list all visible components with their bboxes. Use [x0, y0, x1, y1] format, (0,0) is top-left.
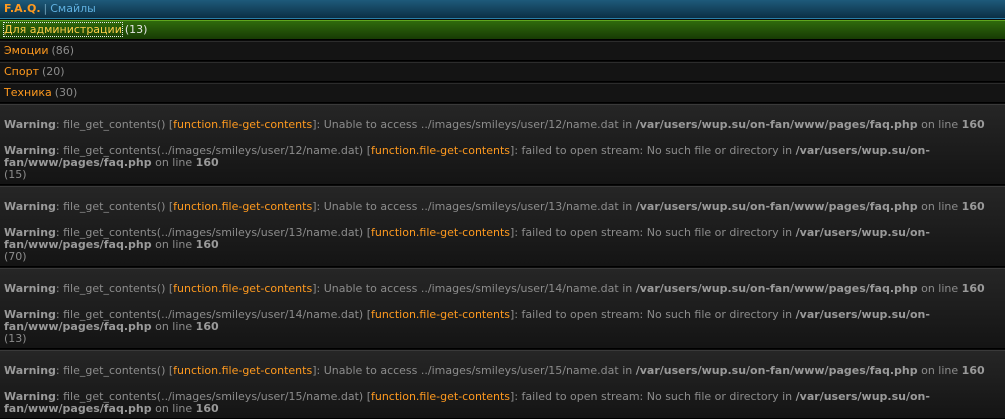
function-link[interactable]: function.file-get-contents [371, 144, 510, 157]
warning-label: Warning [4, 200, 56, 213]
category-item[interactable]: Для администрации (13) [0, 20, 1005, 40]
warning-message: Warning: file_get_contents() [function.f… [4, 364, 985, 377]
line-number: 160 [195, 238, 219, 251]
function-link[interactable]: function.file-get-contents [371, 308, 510, 321]
category-name[interactable]: Для администрации [3, 22, 123, 37]
category-item[interactable]: Эмоции (86) [0, 41, 1005, 61]
file-path: ../images/smileys/user/14/name.dat [420, 282, 619, 295]
line-number: 160 [195, 402, 219, 415]
function-link[interactable]: function.file-get-contents [173, 364, 312, 377]
file-path: ../images/smileys/user/13/name.dat [420, 200, 619, 213]
warning-message: Warning: file_get_contents(../images/smi… [4, 390, 930, 415]
script-path: /var/users/wup.su/on-fan/www/pages/faq.p… [635, 118, 918, 131]
category-count: (20) [42, 65, 65, 78]
function-link[interactable]: function.file-get-contents [173, 200, 312, 213]
category-item[interactable]: Спорт (20) [0, 62, 1005, 82]
category-name[interactable]: Спорт [4, 65, 39, 78]
line-number: 160 [961, 282, 985, 295]
warning-label: Warning [4, 282, 56, 295]
warning-message: Warning: file_get_contents() [function.f… [4, 282, 985, 295]
warning-message: Warning: file_get_contents(../images/smi… [4, 226, 930, 251]
category-count: (86) [51, 44, 75, 57]
warning-message: Warning: file_get_contents(../images/smi… [4, 308, 930, 333]
category-count: (30) [54, 86, 78, 99]
script-path: /var/users/wup.su/on-fan/www/pages/faq.p… [635, 282, 918, 295]
breadcrumb-current[interactable]: Смайлы [50, 2, 96, 15]
function-link[interactable]: function.file-get-contents [173, 118, 312, 131]
warning-message: Warning: file_get_contents() [function.f… [4, 200, 985, 213]
line-number: 160 [961, 200, 985, 213]
warning-label: Warning [4, 118, 56, 131]
category-name[interactable]: Эмоции [4, 44, 49, 57]
line-number: 160 [195, 156, 219, 169]
smiley-row: Warning: file_get_contents() [function.f… [0, 268, 1005, 349]
function-link[interactable]: function.file-get-contents [173, 282, 312, 295]
smiley-count: (15) [4, 168, 27, 181]
file-path: ../images/smileys/user/15/name.dat [420, 364, 619, 377]
category-item[interactable]: Техника (30) [0, 83, 1005, 103]
warning-message: Warning: file_get_contents(../images/smi… [4, 144, 930, 169]
warning-message: Warning: file_get_contents() [function.f… [4, 118, 985, 131]
breadcrumb: F.A.Q. | Смайлы [0, 0, 1005, 19]
breadcrumb-separator: | [43, 2, 48, 15]
smiley-row: Warning: file_get_contents() [function.f… [0, 104, 1005, 185]
script-path: /var/users/wup.su/on-fan/www/pages/faq.p… [635, 200, 918, 213]
smiley-row: Warning: file_get_contents() [function.f… [0, 350, 1005, 419]
file-path: ../images/smileys/user/12/name.dat [420, 118, 619, 131]
script-path: /var/users/wup.su/on-fan/www/pages/faq.p… [635, 364, 918, 377]
smiley-count: (13) [4, 332, 27, 345]
category-name[interactable]: Техника [4, 86, 52, 99]
function-link[interactable]: function.file-get-contents [371, 390, 510, 403]
line-number: 160 [961, 118, 985, 131]
smiley-count: (70) [4, 250, 27, 263]
line-number: 160 [195, 320, 219, 333]
faq-link[interactable]: F.A.Q. [4, 2, 41, 15]
warning-label: Warning [4, 364, 56, 377]
line-number: 160 [961, 364, 985, 377]
category-count: (13) [124, 23, 148, 36]
smiley-row: Warning: file_get_contents() [function.f… [0, 186, 1005, 267]
function-link[interactable]: function.file-get-contents [371, 226, 510, 239]
